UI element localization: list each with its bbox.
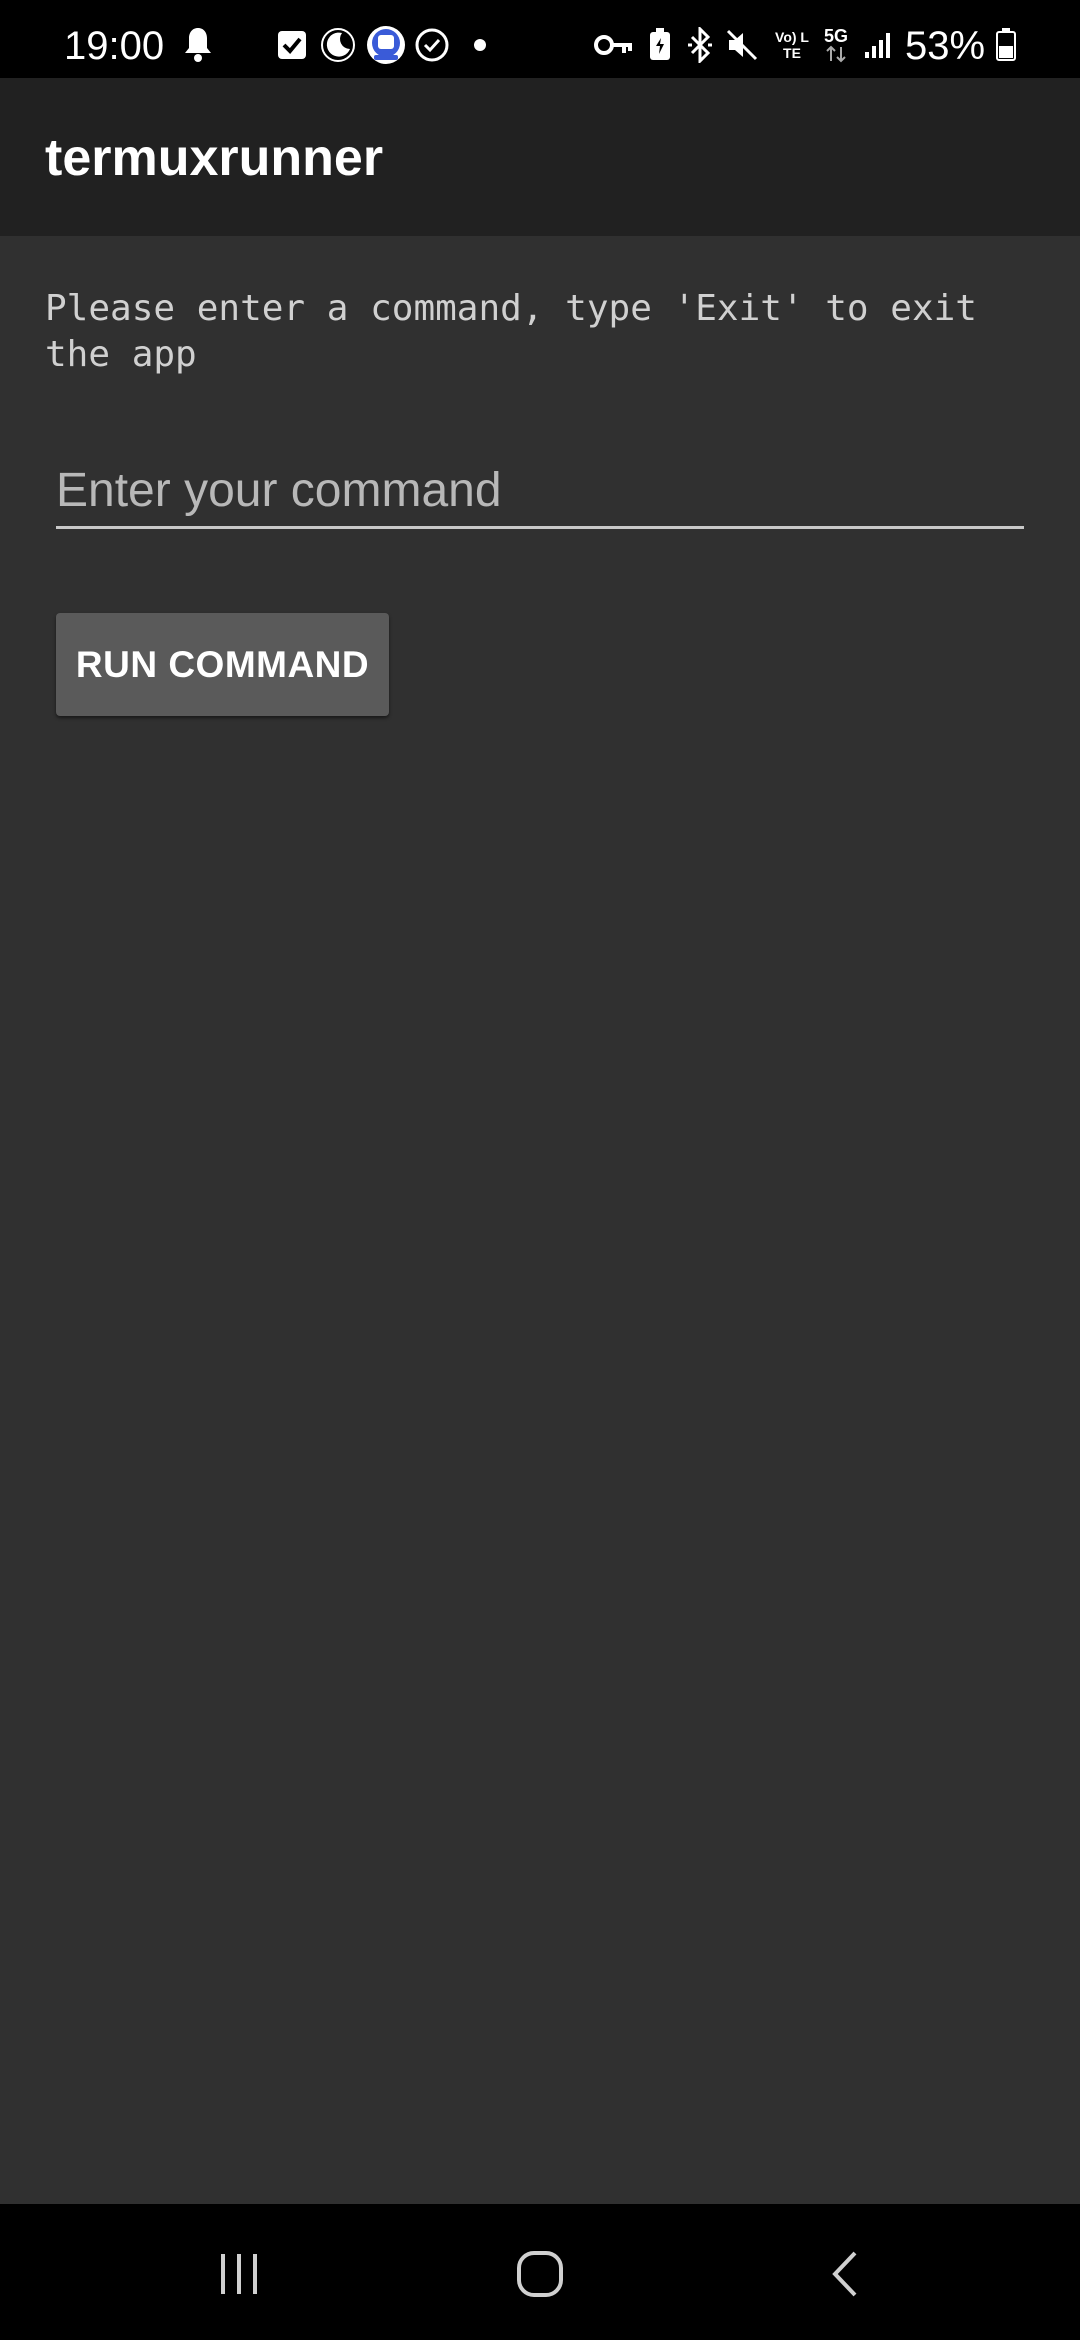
key-icon [594, 24, 634, 66]
battery-saver-icon [646, 24, 674, 66]
volte-icon: Vo) LTE [772, 24, 812, 66]
dot-icon [470, 24, 490, 66]
check-circle-icon [412, 24, 452, 66]
5g-icon: 5G [820, 24, 852, 66]
app-icon [364, 24, 408, 66]
volte-label: Vo) LTE [775, 29, 809, 61]
battery-icon [994, 24, 1018, 66]
bell-icon [178, 24, 218, 66]
home-icon[interactable] [495, 2244, 585, 2304]
command-input[interactable] [56, 454, 1024, 529]
status-time: 19:00 [64, 24, 165, 68]
prompt-text: Please enter a command, type 'Exit' to e… [45, 288, 999, 375]
bluetooth-icon [684, 24, 716, 66]
run-command-button[interactable]: RUN COMMAND [56, 613, 389, 716]
mute-icon [724, 24, 760, 66]
battery-percent: 53% [905, 24, 986, 68]
status-bar: 19:00 Vo) LTE 5G 53% [0, 0, 1080, 78]
app-bar: termuxrunner [0, 78, 1080, 236]
moon-icon [318, 24, 358, 66]
network-label: 5G [823, 26, 848, 46]
recent-apps-icon[interactable] [194, 2244, 284, 2304]
app-title: termuxrunner [45, 129, 384, 187]
checkbox-icon [272, 24, 312, 66]
main-content: Please enter a command, type 'Exit' to e… [0, 236, 1080, 2204]
back-icon[interactable] [799, 2244, 889, 2304]
signal-icon [862, 24, 894, 66]
navigation-bar [0, 2204, 1080, 2340]
